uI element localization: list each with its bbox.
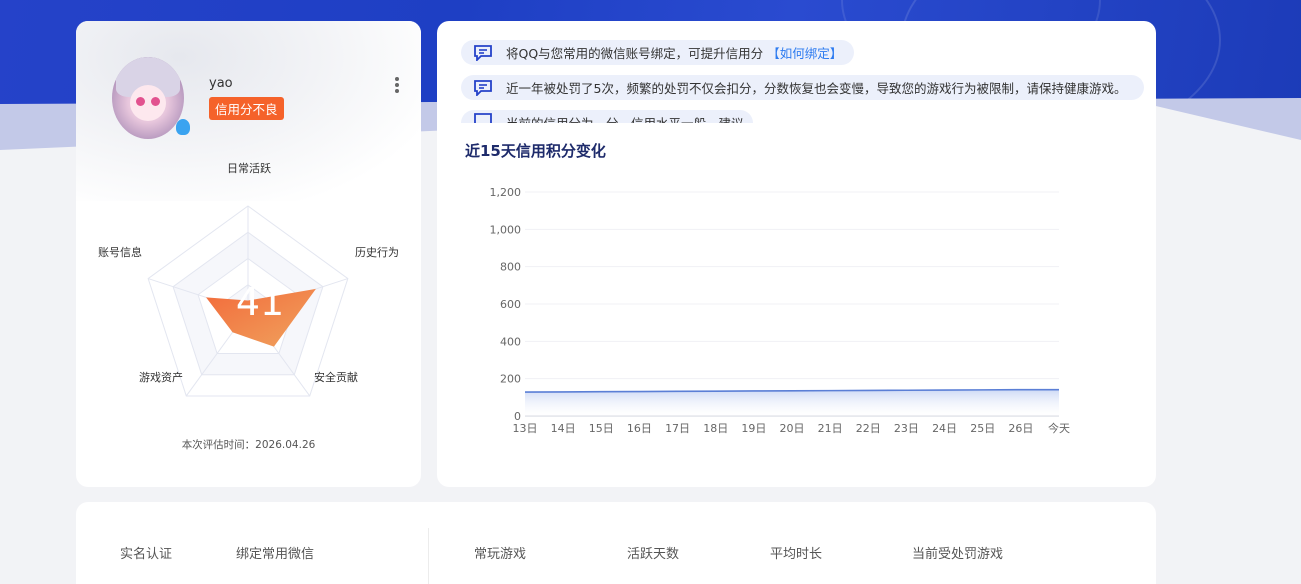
message-icon <box>473 79 493 96</box>
notice-text: 近一年被处罚了5次，频繁的处罚不仅会扣分，分数恢复也会变慢，导致您的游戏行为被限… <box>506 81 1127 96</box>
notice-credit-level: 当前的信用分为…分，信用水平一般，建议 <box>461 110 753 123</box>
username: yao <box>209 76 233 91</box>
profile-card: yao 信用分不良 41 日常活跃 历史行为 安全贡献 游戏资产 账号信息 本次… <box>76 21 421 487</box>
account-summary-card: 实名认证 绑定常用微信 常玩游戏 活跃天数 平均时长 当前受处罚游戏 <box>76 502 1156 584</box>
x-tick-label: 20日 <box>780 422 805 435</box>
notice-bind-wechat: 将QQ与您常用的微信账号绑定，可提升信用分 【如何绑定】 <box>461 40 855 65</box>
x-tick-label: 23日 <box>894 422 919 435</box>
chart-title: 近15天信用积分变化 <box>465 142 606 160</box>
label-average-duration: 平均时长 <box>770 547 823 562</box>
label-bind-wechat: 绑定常用微信 <box>236 547 315 562</box>
label-penalized-games: 当前受处罚游戏 <box>912 547 1004 562</box>
x-tick-label: 22日 <box>856 422 881 435</box>
x-tick-label: 16日 <box>627 422 652 435</box>
more-options-icon[interactable] <box>394 77 400 95</box>
x-tick-label: 今天 <box>1048 421 1070 435</box>
x-tick-label: 26日 <box>1008 422 1033 435</box>
avatar[interactable] <box>112 57 184 139</box>
y-tick-label: 800 <box>500 261 521 274</box>
x-tick-label: 17日 <box>665 422 690 435</box>
credit-trend-chart: 02004006008001,0001,200 13日 14日 15日 16日 17日 1… <box>490 186 1071 435</box>
radar-label-game-assets: 游戏资产 <box>139 371 183 384</box>
x-tick-label: 19日 <box>741 422 766 435</box>
radar-label-account-info: 账号信息 <box>98 246 142 259</box>
x-tick-label: 24日 <box>932 422 957 435</box>
x-tick-label: 13日 <box>513 422 538 435</box>
section-divider <box>428 528 429 584</box>
radar-label-daily-activity: 日常活跃 <box>227 162 271 175</box>
y-tick-label: 600 <box>500 298 521 311</box>
credit-chart-card: 将QQ与您常用的微信账号绑定，可提升信用分 【如何绑定】 近一年被处罚了5次，频… <box>437 21 1156 487</box>
x-tick-label: 21日 <box>818 422 843 435</box>
label-active-days: 活跃天数 <box>627 547 680 562</box>
radar-label-history-behavior: 历史行为 <box>355 246 399 259</box>
y-tick-label: 400 <box>500 335 521 348</box>
evaluation-time: 本次评估时间：2026.04.26 <box>181 439 316 451</box>
y-tick-label: 1,000 <box>490 223 522 236</box>
x-tick-label: 14日 <box>551 422 576 435</box>
notice-penalty-warning: 近一年被处罚了5次，频繁的处罚不仅会扣分，分数恢复也会变慢，导致您的游戏行为被限… <box>461 75 1144 100</box>
radar-label-security-contribution: 安全贡献 <box>314 371 358 384</box>
credit-radar-chart: 41 <box>147 205 349 397</box>
notice-text: 将QQ与您常用的微信账号绑定，可提升信用分 <box>506 46 764 61</box>
how-to-bind-link[interactable]: 【如何绑定】 <box>767 43 842 62</box>
y-tick-label: 200 <box>500 373 521 386</box>
x-tick-label: 18日 <box>703 422 728 435</box>
credit-status-badge: 信用分不良 <box>209 97 284 120</box>
message-icon <box>473 113 493 123</box>
credit-score-value: 41 <box>236 280 284 324</box>
y-tick-label: 1,200 <box>490 186 522 199</box>
x-tick-label: 25日 <box>970 422 995 435</box>
label-real-name-auth: 实名认证 <box>120 547 173 562</box>
notice-text: 当前的信用分为…分，信用水平一般，建议 <box>506 113 744 123</box>
qq-penguin-icon <box>176 119 190 135</box>
message-icon <box>473 44 493 61</box>
x-tick-label: 15日 <box>589 422 614 435</box>
label-frequent-games: 常玩游戏 <box>474 547 527 562</box>
series-area <box>525 389 1059 416</box>
